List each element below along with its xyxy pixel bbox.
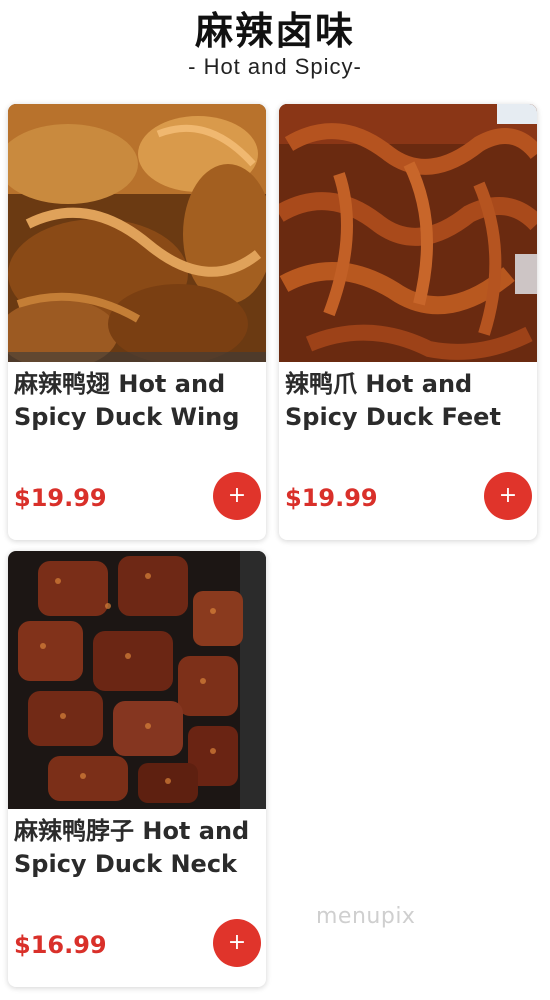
duck-feet-photo <box>279 104 537 362</box>
menu-header: 麻辣卤味 - Hot and Spicy- <box>0 6 550 80</box>
item-name: 辣鸭爪 Hot and Spicy Duck Feet <box>285 370 501 431</box>
add-to-cart-button[interactable]: + <box>213 919 261 967</box>
item-price: $19.99 <box>285 484 378 512</box>
section-title: 麻辣卤味 <box>194 9 355 53</box>
item-price: $16.99 <box>14 931 107 959</box>
watermark: menupix <box>316 904 416 929</box>
menu-item-card[interactable]: 辣鸭爪 Hot and Spicy Duck Feet $19.99 + <box>279 104 537 540</box>
plus-icon: + <box>498 483 518 508</box>
duck-neck-photo <box>8 551 266 809</box>
plus-icon: + <box>227 930 247 955</box>
menu-item-card[interactable]: 麻辣鸭脖子 Hot and Spicy Duck Neck $16.99 + <box>8 551 266 987</box>
plus-icon: + <box>227 483 247 508</box>
section-subtitle: - Hot and Spicy- <box>188 54 362 79</box>
item-name: 麻辣鸭翅 Hot and Spicy Duck Wing <box>14 370 240 431</box>
item-name: 麻辣鸭脖子 Hot and Spicy Duck Neck <box>14 817 250 878</box>
add-to-cart-button[interactable]: + <box>213 472 261 520</box>
menu-item-card[interactable]: 麻辣鸭翅 Hot and Spicy Duck Wing $19.99 + <box>8 104 266 540</box>
item-price: $19.99 <box>14 484 107 512</box>
add-to-cart-button[interactable]: + <box>484 472 532 520</box>
duck-wing-photo <box>8 104 266 362</box>
